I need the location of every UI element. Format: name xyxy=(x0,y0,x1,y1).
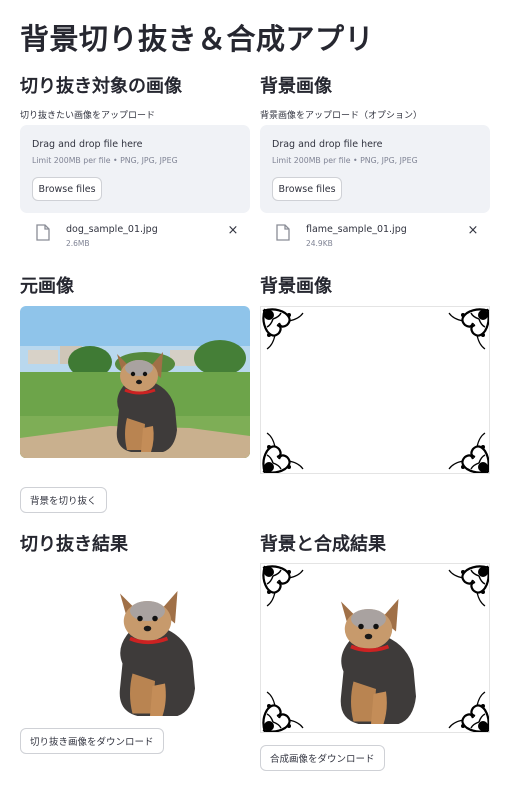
dropzone-limit: Limit 200MB per file • PNG, JPG, JPEG xyxy=(272,156,418,165)
original-image-header: 元画像 xyxy=(20,276,74,297)
corner-ornament-icon xyxy=(261,690,305,732)
dropzone-instructions: Drag and drop file here xyxy=(272,139,383,150)
browse-files-button[interactable]: Browse files xyxy=(32,177,102,201)
corner-ornament-icon xyxy=(261,307,305,351)
subject-uploaded-file: dog_sample_01.jpg 2.6MB × xyxy=(20,222,250,258)
composite-result-image xyxy=(260,563,490,733)
file-name: flame_sample_01.jpg xyxy=(306,224,407,235)
close-icon[interactable]: × xyxy=(466,224,480,238)
cutout-result-header: 切り抜き結果 xyxy=(20,534,128,555)
original-image xyxy=(20,306,250,458)
corner-ornament-icon xyxy=(261,564,305,608)
corner-ornament-icon xyxy=(447,307,489,351)
corner-ornament-icon xyxy=(261,431,305,473)
page-title: 背景切り抜き＆合成アプリ xyxy=(20,22,375,56)
corner-ornament-icon xyxy=(447,690,489,732)
composite-result-header: 背景と合成結果 xyxy=(260,534,386,555)
cutout-button[interactable]: 背景を切り抜く xyxy=(20,487,107,513)
file-icon xyxy=(276,224,290,241)
file-size: 2.6MB xyxy=(66,239,90,248)
background-dropzone[interactable]: Drag and drop file here Limit 200MB per … xyxy=(260,125,490,213)
background-upload-header: 背景画像 xyxy=(260,76,332,97)
background-uploaded-file: flame_sample_01.jpg 24.9KB × xyxy=(260,222,490,258)
browse-files-button[interactable]: Browse files xyxy=(272,177,342,201)
background-upload-label: 背景画像をアップロード（オプション） xyxy=(260,111,423,121)
corner-ornament-icon xyxy=(447,431,489,473)
download-cutout-button[interactable]: 切り抜き画像をダウンロード xyxy=(20,728,164,754)
dropzone-limit: Limit 200MB per file • PNG, JPG, JPEG xyxy=(32,156,178,165)
subject-dropzone[interactable]: Drag and drop file here Limit 200MB per … xyxy=(20,125,250,213)
corner-ornament-icon xyxy=(447,564,489,608)
file-name: dog_sample_01.jpg xyxy=(66,224,158,235)
background-image xyxy=(260,306,490,474)
cutout-result-image xyxy=(20,560,250,720)
background-image-header: 背景画像 xyxy=(260,276,332,297)
file-size: 24.9KB xyxy=(306,239,333,248)
subject-upload-label: 切り抜きたい画像をアップロード xyxy=(20,111,156,121)
download-composite-button[interactable]: 合成画像をダウンロード xyxy=(260,745,385,771)
close-icon[interactable]: × xyxy=(226,224,240,238)
subject-upload-header: 切り抜き対象の画像 xyxy=(20,76,182,97)
dropzone-instructions: Drag and drop file here xyxy=(32,139,143,150)
file-icon xyxy=(36,224,50,241)
